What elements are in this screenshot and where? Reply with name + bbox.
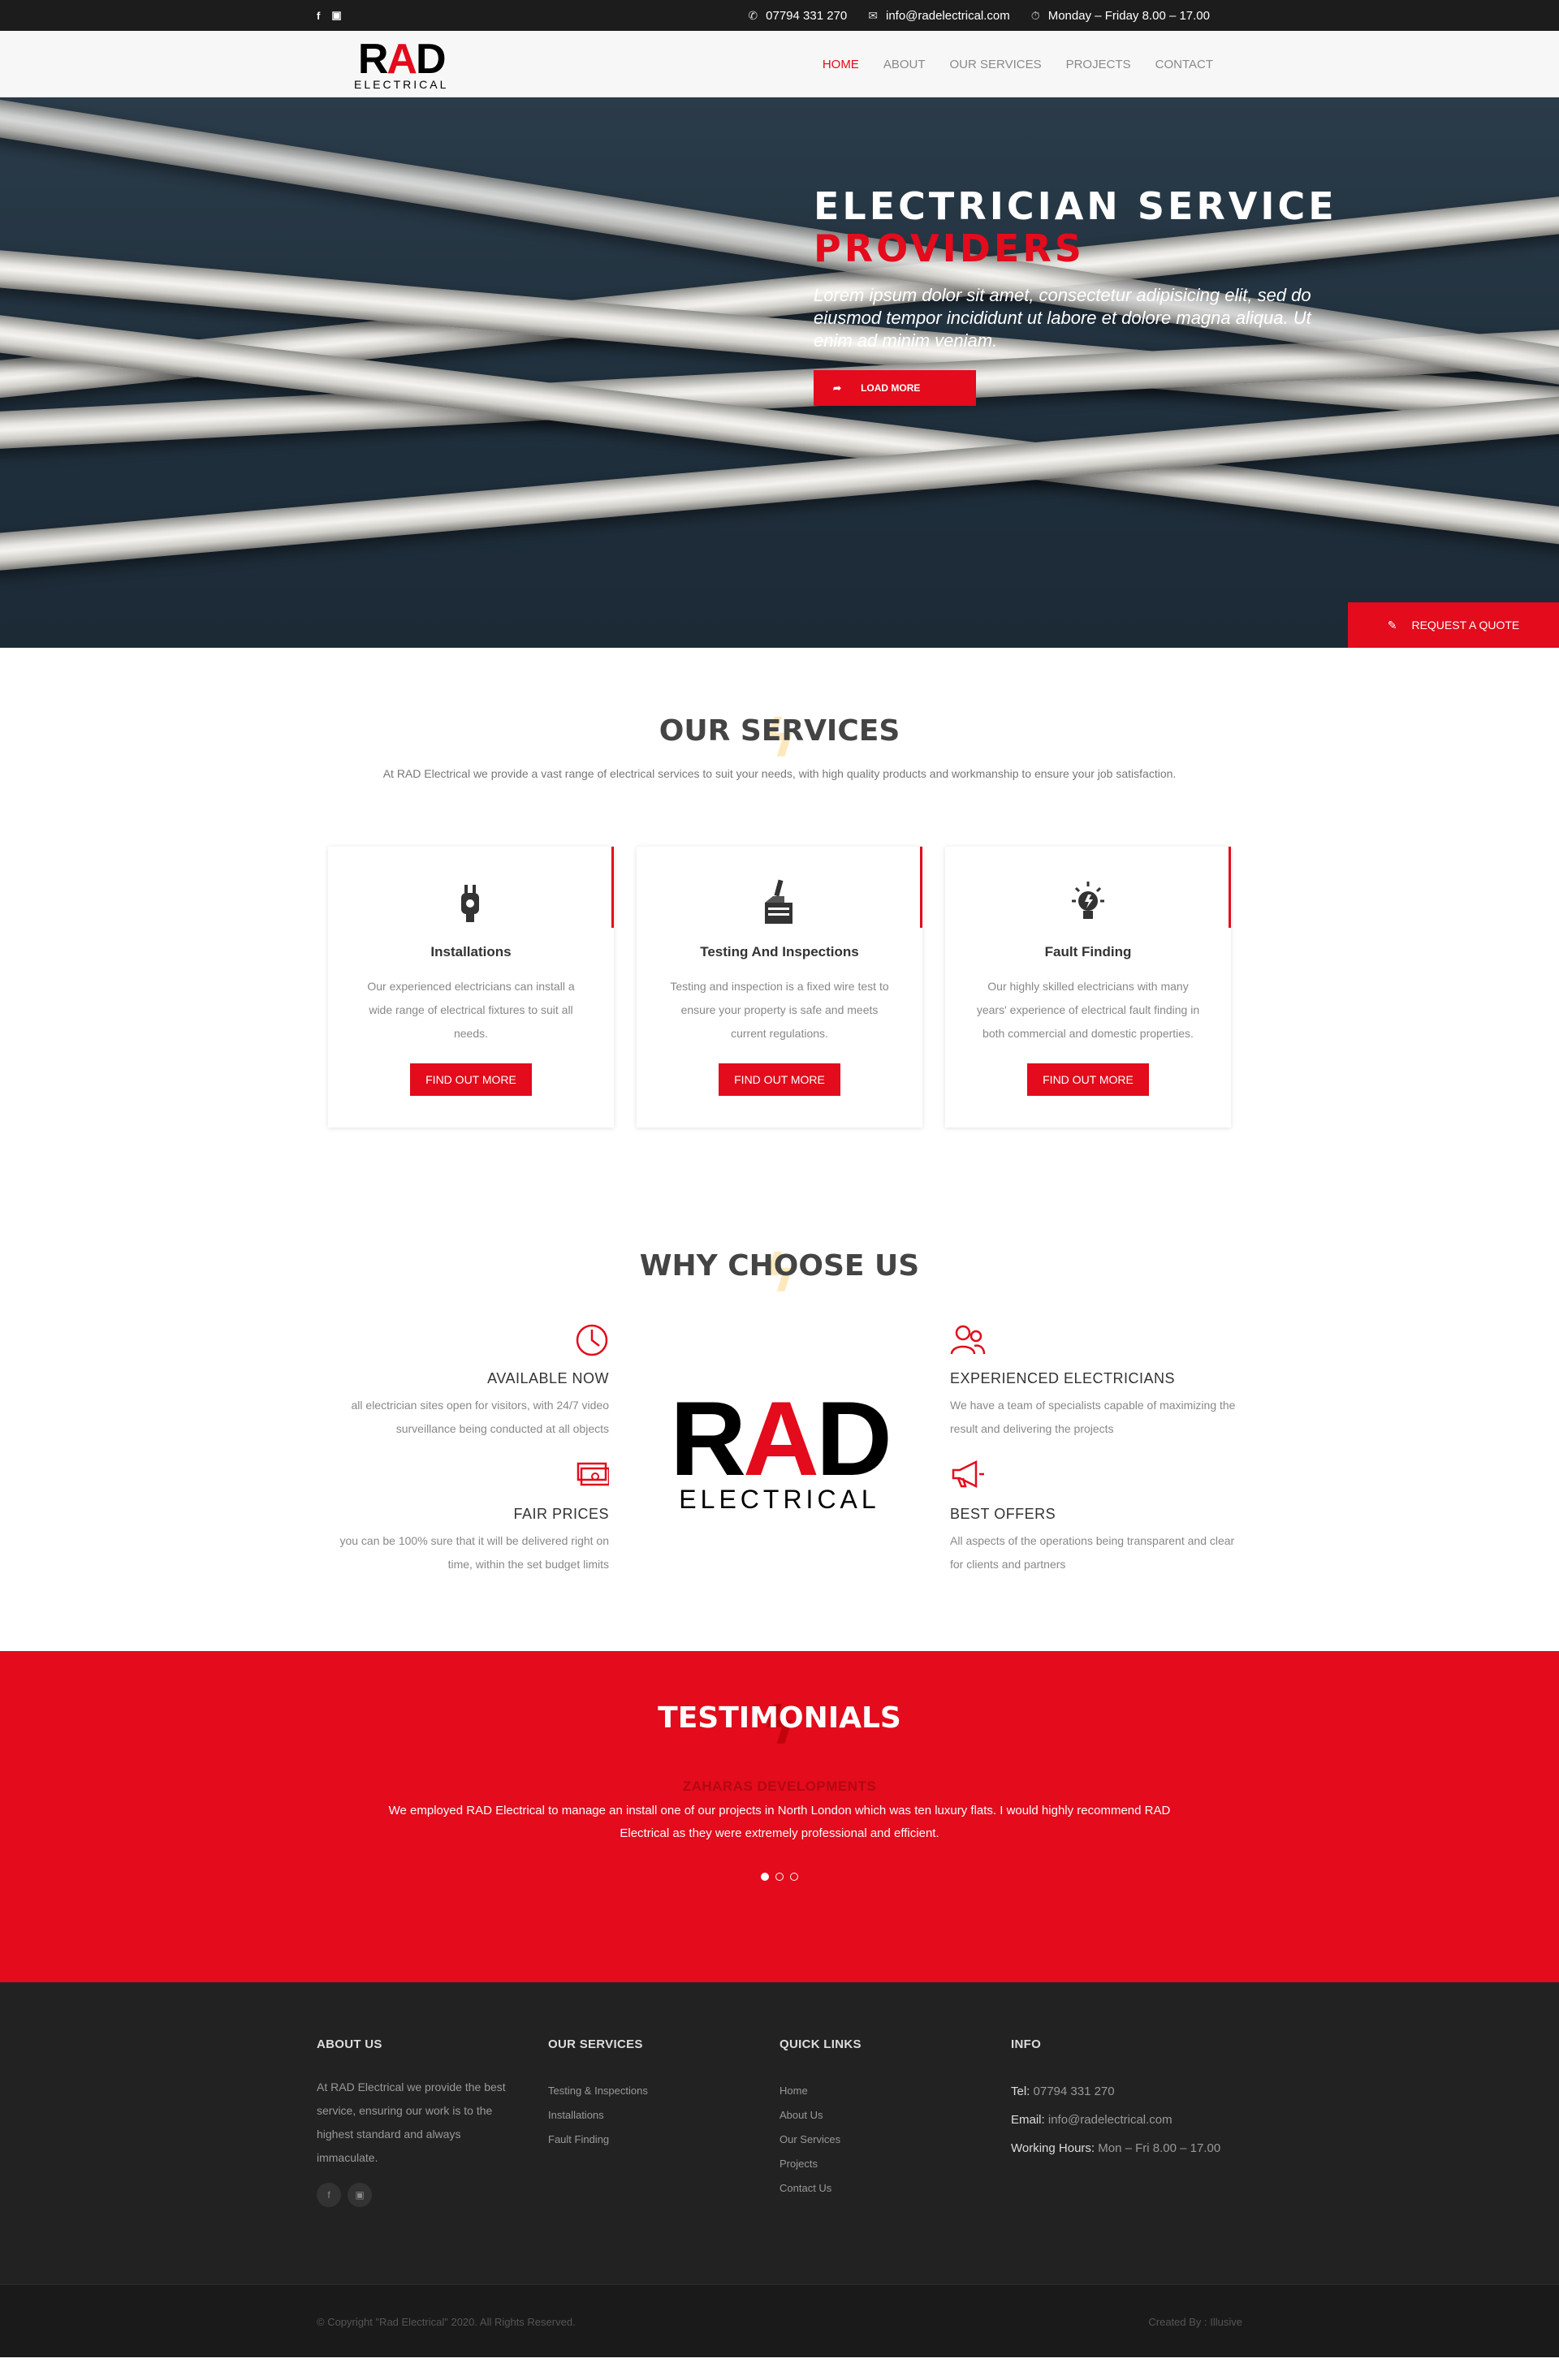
- testimonial-text: We employed RAD Electrical to manage an …: [388, 1804, 1171, 1840]
- footer-link[interactable]: Our Services: [780, 2128, 1011, 2152]
- testimonials-title: ϟ TESTIMONIALS: [658, 1697, 901, 1757]
- load-more-button[interactable]: ➦ LOAD MORE: [814, 370, 976, 406]
- logo-rad: RAD: [357, 36, 447, 83]
- nav-home[interactable]: HOME: [823, 58, 859, 71]
- why-experienced-electricians: EXPERIENCED ELECTRICIANS We have a team …: [950, 1323, 1242, 1441]
- topbar-info: ✆ 07794 331 270 ✉ info@radelectrical.com…: [748, 9, 1210, 23]
- footer-services: OUR SERVICES Testing & Inspections Insta…: [548, 2037, 780, 2207]
- topbar-email[interactable]: ✉ info@radelectrical.com: [868, 9, 1010, 23]
- why-choose-us-section: ϟ WHY CHOOSE US AVAILABLE NOW all electr…: [0, 1127, 1559, 1576]
- facebook-icon[interactable]: f: [317, 2183, 341, 2207]
- instagram-icon[interactable]: ▣: [348, 2183, 372, 2207]
- facebook-icon[interactable]: f: [317, 10, 320, 22]
- footer-quick-links: QUICK LINKS Home About Us Our Services P…: [780, 2037, 1011, 2207]
- why-title: ϟ WHY CHOOSE US: [639, 1244, 920, 1304]
- card-text: Our highly skilled electricians with man…: [976, 980, 1200, 1040]
- testimonials-section: ϟ TESTIMONIALS ZAHARAS DEVELOPMENTS We e…: [0, 1651, 1559, 1982]
- envelope-icon: ✉: [868, 8, 878, 22]
- topbar-hours: ⏱ Monday – Friday 8.00 – 17.00: [1030, 8, 1210, 23]
- services-title: ϟ OUR SERVICES: [659, 709, 900, 770]
- lightbulb-icon: [1060, 874, 1116, 931]
- site-footer: ABOUT US At RAD Electrical we provide th…: [0, 1982, 1559, 2284]
- site-header: RAD ELECTRICAL HOME ABOUT OUR SERVICES P…: [0, 31, 1559, 97]
- why-right-column: EXPERIENCED ELECTRICIANS We have a team …: [950, 1323, 1242, 1576]
- footer-link[interactable]: Projects: [780, 2152, 1011, 2176]
- hero-banner: ELECTRICIAN SERVICE PROVIDERS Lorem ipsu…: [0, 97, 1559, 648]
- topbar-phone[interactable]: ✆ 07794 331 270: [748, 9, 847, 23]
- hand-tester-icon: [751, 874, 808, 931]
- nav-projects[interactable]: PROJECTS: [1066, 58, 1131, 71]
- request-quote-button[interactable]: ✎ REQUEST A QUOTE: [1348, 602, 1559, 648]
- why-available-now: AVAILABLE NOW all electrician sites open…: [317, 1323, 609, 1441]
- footer-about: ABOUT US At RAD Electrical we provide th…: [317, 2037, 548, 2207]
- site-logo[interactable]: RAD ELECTRICAL: [354, 38, 448, 90]
- top-bar: f ▣ ✆ 07794 331 270 ✉ info@radelectrical…: [0, 0, 1559, 31]
- footer-social: f ▣: [317, 2183, 548, 2207]
- nav-about[interactable]: ABOUT: [883, 58, 926, 71]
- money-icon: [317, 1459, 611, 1499]
- card-accent: [1229, 847, 1231, 928]
- service-card-testing: Testing And Inspections Testing and insp…: [637, 847, 922, 1127]
- pagination-dot[interactable]: [761, 1873, 769, 1881]
- nav-contact[interactable]: CONTACT: [1155, 58, 1213, 71]
- card-title: Installations: [430, 944, 512, 959]
- instagram-icon[interactable]: ▣: [331, 9, 341, 22]
- main-nav: HOME ABOUT OUR SERVICES PROJECTS CONTACT: [823, 58, 1213, 71]
- pagination-dot[interactable]: [790, 1873, 798, 1881]
- service-card-fault-finding: Fault Finding Our highly skilled electri…: [945, 847, 1231, 1127]
- clock-icon: [317, 1323, 609, 1364]
- footer-link[interactable]: Home: [780, 2079, 1011, 2103]
- card-text: Testing and inspection is a fixed wire t…: [670, 980, 889, 1040]
- credit-text: Created By : Illusive: [1148, 2315, 1242, 2328]
- testimonial-pagination: [0, 1873, 1559, 1881]
- pagination-dot[interactable]: [775, 1873, 784, 1881]
- testimonial-author: ZAHARAS DEVELOPMENTS: [682, 1779, 877, 1794]
- hero-text: ELECTRICIAN SERVICE PROVIDERS Lorem ipsu…: [814, 185, 1398, 406]
- bottom-bar: © Copyright "Rad Electrical" 2020. All R…: [0, 2284, 1559, 2357]
- card-accent: [611, 847, 614, 928]
- service-card-installations: Installations Our experienced electricia…: [328, 847, 614, 1127]
- why-grid: AVAILABLE NOW all electrician sites open…: [317, 1323, 1242, 1576]
- phone-icon: ✆: [748, 8, 758, 22]
- find-out-more-button[interactable]: FIND OUT MORE: [719, 1063, 840, 1096]
- nav-our-services[interactable]: OUR SERVICES: [950, 58, 1042, 71]
- footer-link[interactable]: Fault Finding: [548, 2128, 780, 2152]
- plug-icon: [443, 874, 499, 931]
- hero-title: ELECTRICIAN SERVICE PROVIDERS: [814, 184, 1337, 270]
- rad-electrical-logo: RAD ELECTRICAL: [609, 1323, 950, 1576]
- megaphone-icon: [950, 1459, 1242, 1499]
- find-out-more-button[interactable]: FIND OUT MORE: [410, 1063, 532, 1096]
- card-title: Fault Finding: [1044, 944, 1132, 959]
- footer-link[interactable]: Installations: [548, 2103, 780, 2128]
- logo-rad: RAD: [670, 1378, 892, 1498]
- footer-link[interactable]: About Us: [780, 2103, 1011, 2128]
- topbar-social: f ▣: [317, 9, 342, 22]
- why-best-offers: BEST OFFERS All aspects of the operation…: [950, 1459, 1242, 1576]
- card-title: Testing And Inspections: [700, 944, 859, 959]
- users-icon: [950, 1323, 1242, 1364]
- logo-electrical: ELECTRICAL: [679, 1484, 880, 1514]
- card-accent: [920, 847, 922, 928]
- share-arrow-icon: ➦: [833, 382, 842, 394]
- pencil-icon: ✎: [1387, 618, 1397, 632]
- footer-hours: Working Hours: Mon – Fri 8.00 – 17.00: [1011, 2141, 1221, 2155]
- hero-subtitle: Lorem ipsum dolor sit amet, consectetur …: [814, 285, 1311, 351]
- footer-email[interactable]: Email: info@radelectrical.com: [1011, 2106, 1242, 2134]
- service-cards: Installations Our experienced electricia…: [0, 847, 1559, 1127]
- footer-tel: Tel: 07794 331 270: [1011, 2085, 1115, 2098]
- footer-link[interactable]: Testing & Inspections: [548, 2079, 780, 2103]
- find-out-more-button[interactable]: FIND OUT MORE: [1027, 1063, 1149, 1096]
- footer-info: INFO Tel: 07794 331 270 Email: info@rade…: [1011, 2037, 1242, 2207]
- stopwatch-icon: ⏱: [1030, 8, 1040, 22]
- services-section: ϟ OUR SERVICES At RAD Electrical we prov…: [0, 648, 1559, 1127]
- why-left-column: AVAILABLE NOW all electrician sites open…: [317, 1323, 611, 1576]
- why-fair-prices: FAIR PRICES you can be 100% sure that it…: [317, 1459, 611, 1576]
- card-text: Our experienced electricians can install…: [367, 980, 575, 1040]
- copyright-text: © Copyright "Rad Electrical" 2020. All R…: [317, 2315, 576, 2328]
- footer-link[interactable]: Contact Us: [780, 2176, 1011, 2201]
